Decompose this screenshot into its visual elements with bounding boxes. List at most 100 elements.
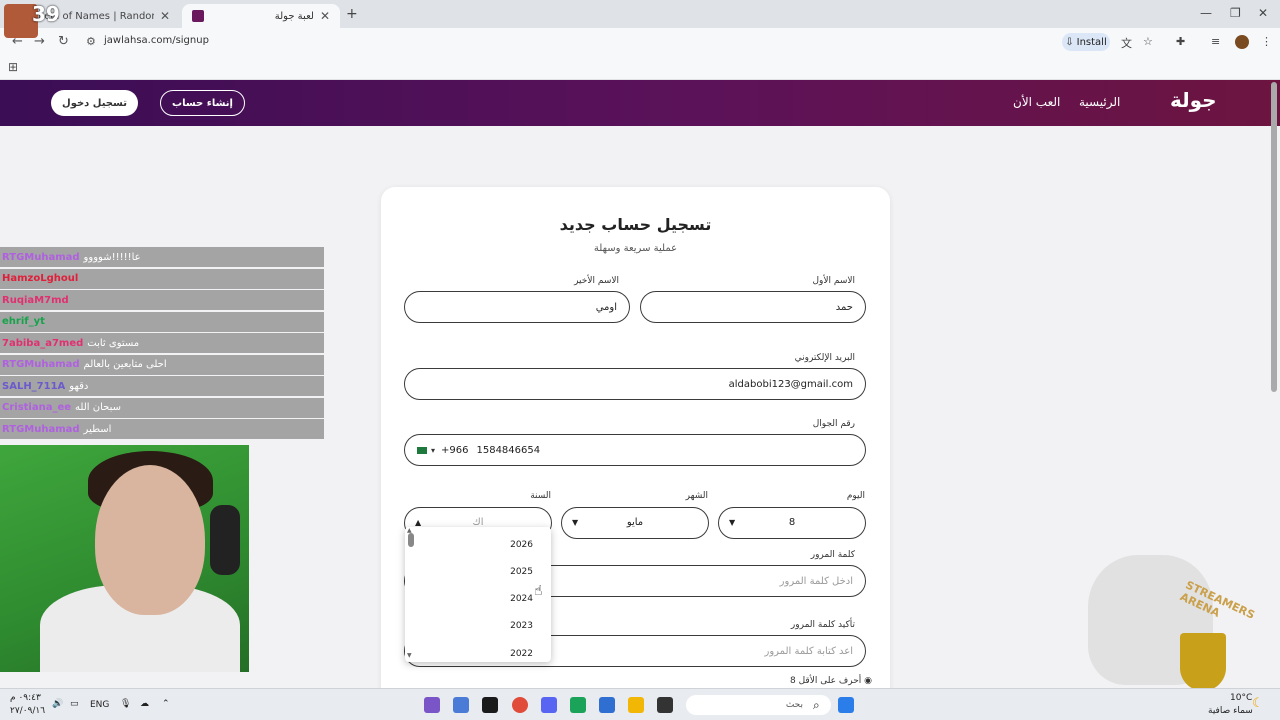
windows-start-icon[interactable] xyxy=(838,697,854,713)
year-option[interactable]: 2022 xyxy=(405,649,543,659)
year-option[interactable]: 2026 xyxy=(405,540,543,550)
discord-icon[interactable] xyxy=(541,697,557,713)
nav-home[interactable]: الرئيسية xyxy=(1079,95,1120,109)
month-label: الشهر xyxy=(685,491,708,501)
obs-icon[interactable] xyxy=(482,697,498,713)
new-tab-icon[interactable]: + xyxy=(346,6,358,22)
taskbar-search[interactable]: بحث xyxy=(686,695,831,715)
form-subtitle: عملية سريعة وسهلة xyxy=(593,243,678,254)
install-button[interactable]: ⇩ Install xyxy=(1062,33,1110,51)
site-header: جولة الرئيسية العب الأن إنشاء حساب تسجيل… xyxy=(0,80,1280,126)
app-icon[interactable] xyxy=(424,697,440,713)
bookmark-star-icon[interactable]: ☆ xyxy=(1143,35,1153,48)
profile-avatar[interactable] xyxy=(1235,35,1249,49)
bookmarks-bar: ⊞ xyxy=(0,56,1280,80)
media-icon[interactable]: ≡ xyxy=(1211,35,1220,48)
chat-username: ehrif_yt xyxy=(2,316,45,327)
email-value: aldabobi123@gmail.com xyxy=(728,378,853,390)
nav-play-now[interactable]: العب الأن xyxy=(1013,95,1060,109)
app-icon[interactable] xyxy=(453,697,469,713)
chat-username: 7abiba_a7med xyxy=(2,337,84,349)
app-icon[interactable] xyxy=(570,697,586,713)
confirm-password-placeholder: اعد كتابة كلمة المرور xyxy=(764,645,854,657)
language-indicator[interactable]: ENG xyxy=(90,700,109,710)
day-select[interactable]: ▼ 8 xyxy=(718,507,866,539)
restore-icon[interactable]: ❐ xyxy=(1230,6,1241,20)
clock-date: ٢٧/٠٩/١٦ xyxy=(10,706,46,716)
tab-jawlah[interactable]: لعبة جولة ✕ xyxy=(182,4,340,28)
last-name-value: اومي xyxy=(595,301,617,313)
country-caret-icon[interactable]: ▾ xyxy=(431,446,435,455)
phone-value: 1584846654 xyxy=(476,444,541,456)
chat-message: RuqiaM7md xyxy=(0,290,324,310)
email-label: البريد الإلكتروني xyxy=(794,353,855,363)
chat-message: RTGMuhamad اسطير xyxy=(0,419,324,439)
chat-message: SALH_711A دقهو xyxy=(0,376,324,396)
chat-message: RTGMuhamad عا!!!!!شوووو xyxy=(0,247,324,267)
confirm-password-label: تأكيد كلمة المرور xyxy=(790,620,855,630)
year-option[interactable]: 2023 xyxy=(405,621,543,631)
url-field[interactable]: jawlahsa.com/signup xyxy=(104,35,209,46)
email-field[interactable]: aldabobi123@gmail.com xyxy=(404,368,866,400)
search-label: بحث xyxy=(785,700,803,710)
year-dropdown: ▲ 2026 2025 2024 2023 2022 ▼ xyxy=(405,527,551,662)
speaker-icon[interactable]: 🔊 xyxy=(52,699,63,709)
day-label: اليوم xyxy=(846,491,865,501)
minimize-icon[interactable]: — xyxy=(1200,6,1212,20)
chrome-icon[interactable] xyxy=(512,697,528,713)
window-close-icon[interactable]: ✕ xyxy=(1258,6,1268,20)
tab-favicon xyxy=(192,10,204,22)
scroll-down-icon[interactable]: ▼ xyxy=(407,652,412,659)
chat-username: SALH_711A xyxy=(2,380,66,392)
streamers-arena-watermark: STREAMERS ARENA xyxy=(1088,555,1257,691)
apps-grid-icon[interactable]: ⊞ xyxy=(8,60,18,74)
chat-text: دقهو xyxy=(69,380,89,392)
year-option[interactable]: 2024 xyxy=(405,594,543,604)
menu-icon[interactable]: ⋮ xyxy=(1261,35,1272,48)
address-bar-row: ← → ↻ ⚙ jawlahsa.com/signup ⇩ Install 文 … xyxy=(0,28,1280,56)
year-option[interactable]: 2025 xyxy=(405,567,543,577)
weather-temp: 10°C xyxy=(1230,693,1253,703)
chat-message: Cristiana_ee سبحان الله xyxy=(0,397,324,418)
chat-message: RTGMuhamad احلى متابعين بالعالم xyxy=(0,354,324,375)
year-label: السنة xyxy=(530,491,551,501)
viewer-counter: 39 xyxy=(32,2,60,26)
tab-close-icon[interactable]: ✕ xyxy=(160,9,170,23)
network-icon[interactable]: ▭ xyxy=(70,699,79,709)
rule-hint-text: 8 أحرف على الأقل xyxy=(790,676,862,686)
browser-tab-bar: Wheel of Names | Random nam ✕ لعبة جولة … xyxy=(0,0,1280,28)
translate-icon[interactable]: 文 xyxy=(1121,35,1132,51)
reload-icon[interactable]: ↻ xyxy=(58,34,69,49)
tray-expand-icon[interactable]: ⌃ xyxy=(162,699,170,709)
chat-username: RTGMuhamad xyxy=(2,251,80,263)
chat-message: 7abiba_a7med مستوى ثابت xyxy=(0,333,324,353)
clock-time: ٠٩:٤٣ م xyxy=(10,693,41,703)
tab-close-icon[interactable]: ✕ xyxy=(320,9,330,23)
site-logo[interactable]: جولة xyxy=(1170,88,1217,112)
create-account-button[interactable]: إنشاء حساب xyxy=(160,90,245,116)
form-title: تسجيل حساب جديد xyxy=(559,215,712,234)
password-rule-hint: 8 أحرف على الأقل ◉ xyxy=(790,676,872,686)
first-name-label: الاسم الأول xyxy=(812,276,855,286)
page-scrollbar[interactable] xyxy=(1271,82,1277,392)
stream-chat: RTGMuhamad عا!!!!!شوووو HamzoLghoul RuqiaM7… xyxy=(0,247,324,441)
cloud-icon[interactable]: ☁ xyxy=(140,699,149,709)
password-placeholder: ادخل كلمة المرور xyxy=(779,575,853,587)
app-icon[interactable] xyxy=(657,697,673,713)
weather-text: سماء صافية xyxy=(1208,706,1253,716)
chat-text: سبحان الله xyxy=(75,402,121,413)
extensions-icon[interactable]: ✚ xyxy=(1176,35,1185,48)
login-button[interactable]: تسجيل دخول xyxy=(51,90,138,116)
store-icon[interactable] xyxy=(599,697,615,713)
password-label: كلمة المرور xyxy=(810,550,855,560)
site-info-icon[interactable]: ⚙ xyxy=(86,35,96,48)
chat-username: RuqiaM7md xyxy=(2,294,69,306)
saudi-flag-icon[interactable] xyxy=(417,446,427,454)
mic-icon[interactable]: 🎙 xyxy=(120,699,131,709)
first-name-field[interactable]: حمد xyxy=(640,291,866,323)
last-name-field[interactable]: اومي xyxy=(404,291,630,323)
chat-username: RTGMuhamad xyxy=(2,359,80,370)
month-select[interactable]: ▼ مايو xyxy=(561,507,709,539)
file-explorer-icon[interactable] xyxy=(628,697,644,713)
phone-field[interactable]: ▾ +966 1584846654 xyxy=(404,434,866,466)
